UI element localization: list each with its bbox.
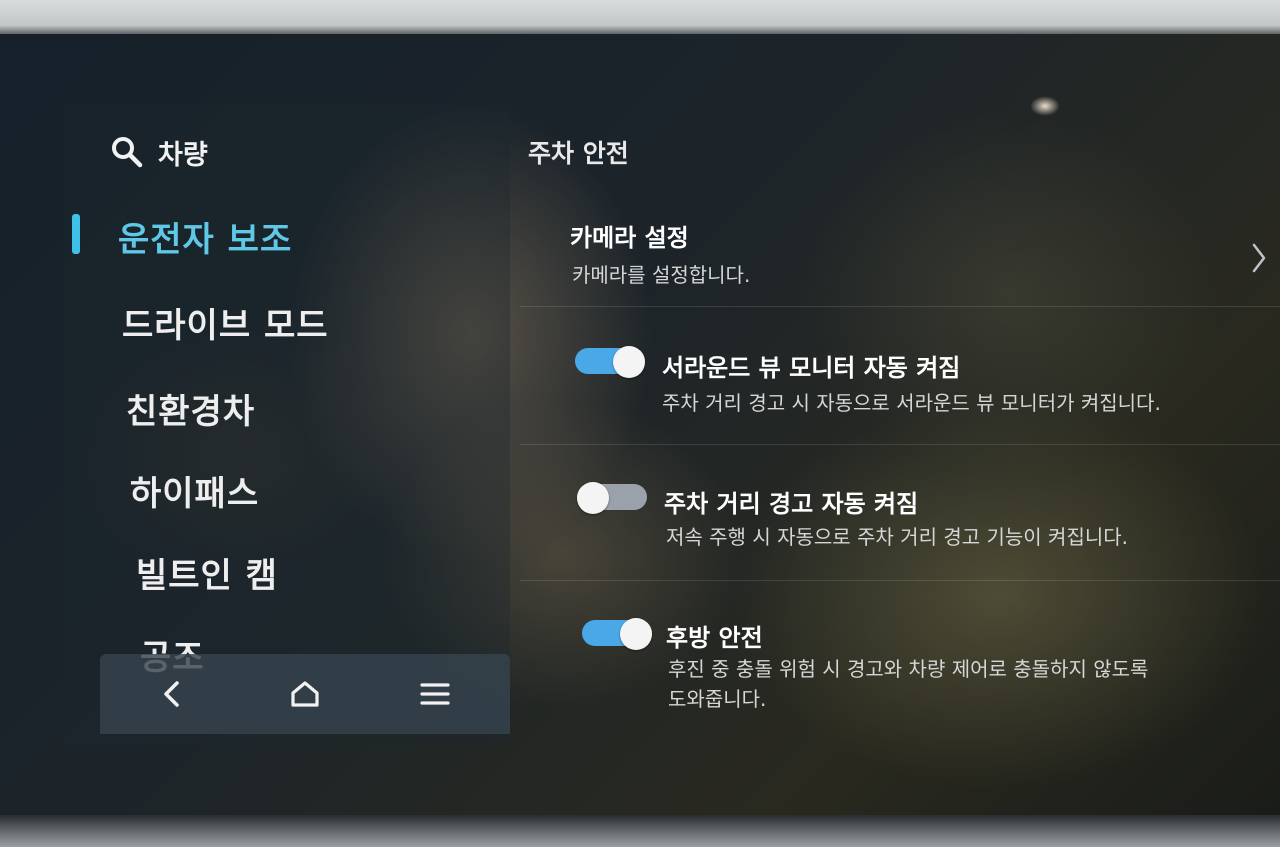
sidebar-item-hipass[interactable]: 하이패스	[130, 466, 259, 515]
setting-description: 카메라를 설정합니다.	[572, 263, 751, 287]
back-button[interactable]	[142, 668, 202, 720]
setting-description: 주차 거리 경고 시 자동으로 서라운드 뷰 모니터가 켜집니다.	[662, 391, 1161, 415]
back-icon	[164, 681, 179, 707]
chevron-right-icon[interactable]	[1250, 241, 1268, 275]
section-title: 주차 안전	[528, 139, 629, 168]
light-glare	[1030, 96, 1060, 116]
parking-distance-toggle[interactable]	[577, 482, 647, 514]
setting-description-line2: 도와줍니다.	[668, 687, 767, 711]
active-indicator	[72, 214, 80, 254]
setting-title: 서라운드 뷰 모니터 자동 켜짐	[662, 354, 961, 382]
setting-description: 저속 주행 시 자동으로 주차 거리 경고 기능이 켜집니다.	[666, 525, 1129, 549]
toggle-knob	[620, 618, 652, 650]
setting-title: 후방 안전	[666, 624, 763, 652]
home-icon	[291, 681, 319, 707]
toggle-knob	[577, 482, 609, 514]
setting-title: 카메라 설정	[570, 224, 689, 252]
menu-button[interactable]	[405, 668, 465, 720]
setting-camera[interactable]: 카메라 설정 카메라를 설정합니다.	[520, 194, 1280, 307]
display-bezel-top	[0, 0, 1280, 36]
sidebar-item-builtin-cam[interactable]: 빌트인 캠	[136, 548, 278, 597]
sidebar-item-drive-mode[interactable]: 드라이브 모드	[122, 298, 329, 347]
home-button[interactable]	[275, 668, 335, 720]
navigation-bar	[100, 654, 510, 734]
sidebar-item-driver-assist[interactable]: 운전자 보조	[118, 212, 292, 261]
infotainment-screen: 차량 주차 안전 운전자 보조 드라이브 모드 친환경차 하이패스 빌트인 캠 …	[0, 34, 1280, 819]
surround-view-toggle[interactable]	[575, 346, 645, 378]
toggle-knob	[613, 346, 645, 378]
menu-icon	[420, 683, 450, 705]
rear-safety-toggle[interactable]	[582, 618, 652, 650]
sidebar-item-eco-vehicle[interactable]: 친환경차	[126, 384, 255, 433]
setting-parking-distance-auto: 주차 거리 경고 자동 켜짐 저속 주행 시 자동으로 주차 거리 경고 기능이…	[520, 446, 1280, 581]
sidebar-menu: 운전자 보조 드라이브 모드 친환경차 하이패스 빌트인 캠 공조	[0, 34, 510, 694]
setting-surround-view-auto: 서라운드 뷰 모니터 자동 켜짐 주차 거리 경고 시 자동으로 서라운드 뷰 …	[520, 308, 1280, 445]
display-bezel-bottom	[0, 815, 1280, 847]
setting-description-line1: 후진 중 충돌 위험 시 경고와 차량 제어로 충돌하지 않도록	[668, 657, 1149, 681]
setting-title: 주차 거리 경고 자동 켜짐	[664, 490, 919, 518]
setting-rear-safety: 후방 안전 후진 중 충돌 위험 시 경고와 차량 제어로 충돌하지 않도록 도…	[520, 582, 1280, 732]
